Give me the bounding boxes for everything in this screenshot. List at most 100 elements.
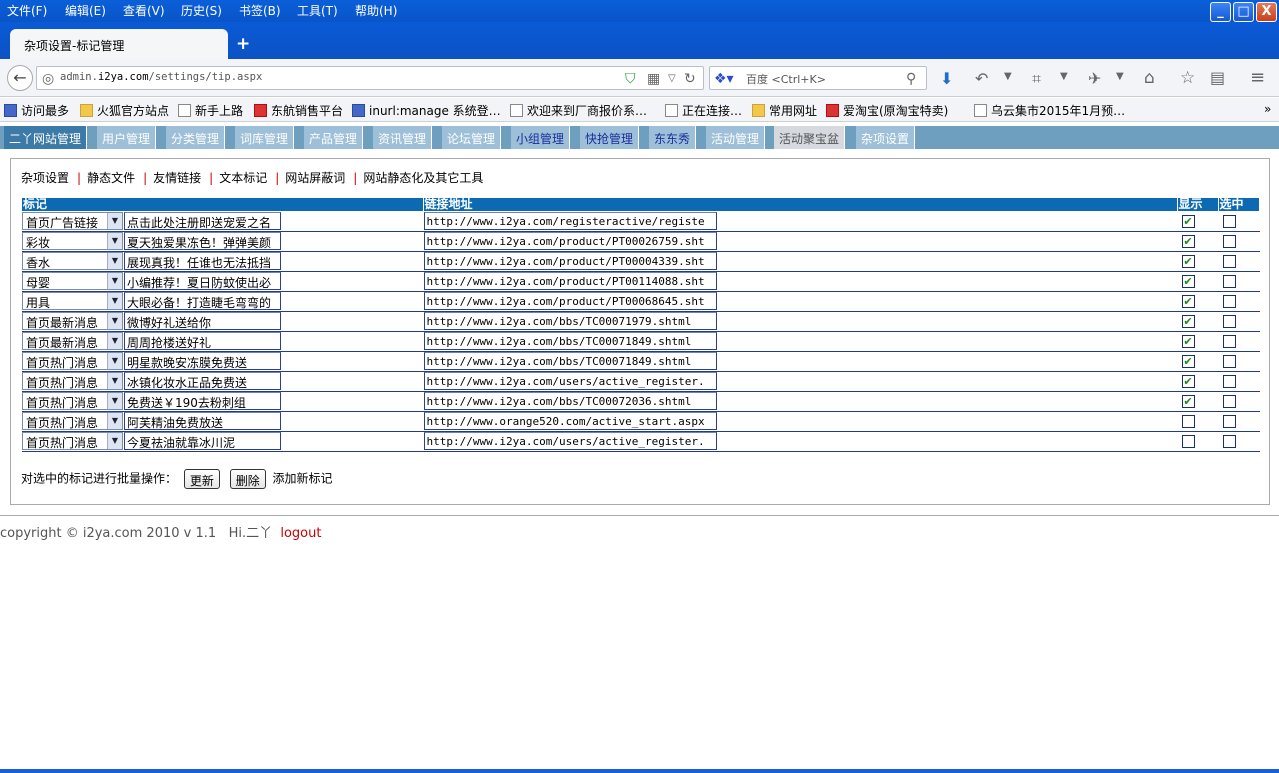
bookmark-item[interactable]: 欢迎来到厂商报价系… bbox=[510, 102, 647, 119]
back-button[interactable]: ← bbox=[7, 65, 33, 91]
show-checkbox[interactable]: ✔ bbox=[1181, 395, 1195, 408]
bookmark-item[interactable]: 新手上路 bbox=[178, 102, 243, 119]
select-checkbox[interactable] bbox=[1222, 315, 1236, 328]
menu-tools[interactable]: 工具(T) bbox=[297, 2, 338, 19]
tag-text-input[interactable]: 点击此处注册即送宠爱之名 bbox=[124, 211, 281, 230]
site-nav-item[interactable]: 用户管理 bbox=[97, 126, 157, 149]
tag-select[interactable]: 母婴 ▼ bbox=[22, 272, 123, 290]
chevron-down-icon[interactable]: ▼ bbox=[107, 293, 122, 309]
menu-help[interactable]: 帮助(H) bbox=[355, 2, 397, 19]
site-nav-item[interactable]: 活动聚宝盆 bbox=[774, 126, 846, 149]
select-checkbox[interactable] bbox=[1222, 275, 1236, 288]
site-nav-item[interactable]: 资讯管理 bbox=[373, 126, 433, 149]
tag-select[interactable]: 首页广告链接 ▼ bbox=[22, 211, 123, 230]
menu-bookmarks[interactable]: 书签(B) bbox=[239, 2, 281, 19]
dropdown-arrow-icon[interactable]: ▽ bbox=[668, 73, 676, 84]
bookmark-item[interactable]: 爱淘宝(原淘宝特卖) bbox=[826, 102, 948, 119]
home-icon[interactable]: ⌂ bbox=[1144, 68, 1155, 88]
show-checkbox[interactable]: ✔ bbox=[1181, 214, 1195, 228]
select-checkbox[interactable] bbox=[1222, 295, 1236, 308]
tag-text-input[interactable]: 阿芙精油免费放送 bbox=[124, 412, 281, 430]
menu-history[interactable]: 历史(S) bbox=[181, 2, 222, 19]
link-input[interactable]: http://www.orange520.com/active_start.as… bbox=[423, 412, 717, 430]
undo-menu-icon[interactable]: ▼ bbox=[1004, 71, 1012, 82]
link-input[interactable]: http://www.i2ya.com/bbs/TC00071849.shtml bbox=[423, 332, 717, 350]
link-input[interactable]: http://www.i2ya.com/bbs/TC00071979.shtml bbox=[423, 312, 717, 330]
tag-text-input[interactable]: 今夏祛油就靠冰川泥 bbox=[124, 432, 281, 450]
bookmark-item[interactable]: 常用网址 bbox=[752, 102, 817, 119]
baidu-engine-icon[interactable]: ❖▾ bbox=[714, 71, 734, 87]
site-nav-item[interactable]: 活动管理 bbox=[706, 126, 766, 149]
select-checkbox[interactable] bbox=[1222, 415, 1236, 428]
shield-icon[interactable]: ⛉ bbox=[625, 71, 636, 87]
site-nav-item[interactable]: 产品管理 bbox=[304, 126, 364, 149]
show-checkbox[interactable]: ✔ bbox=[1181, 375, 1195, 388]
site-nav-item[interactable]: 东东秀 bbox=[649, 126, 697, 149]
show-checkbox[interactable] bbox=[1181, 435, 1195, 448]
link-input[interactable]: http://www.i2ya.com/product/PT00004339.s… bbox=[423, 252, 717, 270]
site-nav-item[interactable]: 词库管理 bbox=[235, 126, 295, 149]
chevron-down-icon[interactable]: ▼ bbox=[107, 233, 122, 249]
show-checkbox[interactable]: ✔ bbox=[1181, 315, 1195, 328]
tag-select[interactable]: 首页热门消息 ▼ bbox=[22, 392, 123, 410]
link-input[interactable]: http://www.i2ya.com/users/active_registe… bbox=[423, 372, 717, 390]
link-input[interactable]: http://www.i2ya.com/bbs/TC00071849.shtml bbox=[423, 352, 717, 370]
tag-text-input[interactable]: 周周抢楼送好礼 bbox=[124, 332, 281, 350]
bookmark-item[interactable]: inurl:manage 系统登… bbox=[352, 102, 501, 119]
chevron-down-icon[interactable]: ▼ bbox=[107, 353, 122, 369]
logout-link[interactable]: logout bbox=[280, 526, 321, 541]
chevron-down-icon[interactable]: ▼ bbox=[107, 433, 122, 449]
select-checkbox[interactable] bbox=[1222, 255, 1236, 268]
search-bar[interactable]: ❖▾ 百度 <Ctrl+K> ⚲ bbox=[709, 66, 927, 90]
link-input[interactable]: http://www.i2ya.com/users/active_registe… bbox=[423, 432, 717, 450]
tag-select[interactable]: 香水 ▼ bbox=[22, 252, 123, 270]
tag-select[interactable]: 首页热门消息 ▼ bbox=[22, 372, 123, 390]
select-checkbox[interactable] bbox=[1222, 235, 1236, 248]
menu-view[interactable]: 查看(V) bbox=[123, 2, 165, 19]
reload-icon[interactable]: ↻ bbox=[684, 71, 696, 87]
show-checkbox[interactable]: ✔ bbox=[1181, 255, 1195, 268]
sub-nav-link[interactable]: 杂项设置 bbox=[21, 171, 69, 185]
site-nav-item[interactable]: 二丫网站管理 bbox=[4, 126, 88, 149]
show-checkbox[interactable]: ✔ bbox=[1181, 235, 1195, 248]
tag-text-input[interactable]: 微博好礼送给你 bbox=[124, 312, 281, 330]
bookmark-item[interactable]: 火狐官方站点 bbox=[80, 102, 169, 119]
bookmark-item[interactable]: 访问最多 bbox=[4, 102, 69, 119]
site-nav-item[interactable]: 论坛管理 bbox=[442, 126, 502, 149]
addon-icon[interactable]: ✈ bbox=[1088, 69, 1101, 88]
chevron-down-icon[interactable]: ▼ bbox=[107, 393, 122, 409]
select-checkbox[interactable] bbox=[1222, 395, 1236, 408]
tag-select[interactable]: 首页热门消息 ▼ bbox=[22, 432, 123, 450]
undo-icon[interactable]: ↶ bbox=[975, 69, 988, 88]
select-checkbox[interactable] bbox=[1222, 335, 1236, 348]
bookmark-item[interactable]: 东航销售平台 bbox=[254, 102, 343, 119]
bookmarks-overflow-button[interactable]: » bbox=[1264, 102, 1271, 116]
chevron-down-icon[interactable]: ▼ bbox=[107, 313, 122, 329]
hamburger-menu-icon[interactable]: ≡ bbox=[1250, 67, 1265, 88]
chevron-down-icon[interactable]: ▼ bbox=[107, 413, 122, 429]
tag-select[interactable]: 首页热门消息 ▼ bbox=[22, 352, 123, 370]
show-checkbox[interactable] bbox=[1181, 415, 1195, 428]
maximize-button[interactable]: □ bbox=[1233, 2, 1254, 22]
tag-text-input[interactable]: 夏天独爱果冻色！弹弹美颜 bbox=[124, 232, 281, 250]
chevron-down-icon[interactable]: ▼ bbox=[107, 212, 122, 229]
addon-menu-icon[interactable]: ▼ bbox=[1116, 71, 1124, 82]
select-checkbox[interactable] bbox=[1222, 375, 1236, 388]
magnifier-icon[interactable]: ⚲ bbox=[906, 71, 916, 87]
link-input[interactable]: http://www.i2ya.com/registeractive/regis… bbox=[423, 211, 717, 230]
screenshot-menu-icon[interactable]: ▼ bbox=[1060, 71, 1068, 82]
sub-nav-link[interactable]: 网站屏蔽词 bbox=[285, 171, 345, 185]
minimize-button[interactable]: _ bbox=[1210, 2, 1231, 22]
delete-button[interactable]: 删除 bbox=[229, 469, 266, 489]
select-checkbox[interactable] bbox=[1222, 214, 1236, 228]
bookmark-item[interactable]: 乌云集市2015年1月预… bbox=[974, 102, 1125, 119]
tag-select[interactable]: 彩妆 ▼ bbox=[22, 232, 123, 250]
chevron-down-icon[interactable]: ▼ bbox=[107, 273, 122, 289]
crop-screenshot-icon[interactable]: ⌗ bbox=[1032, 69, 1041, 89]
sub-nav-link[interactable]: 友情链接 bbox=[153, 171, 201, 185]
tag-text-input[interactable]: 免费送￥190去粉刺组 bbox=[124, 392, 281, 410]
reading-list-icon[interactable]: ▤ bbox=[1210, 68, 1225, 87]
show-checkbox[interactable]: ✔ bbox=[1181, 335, 1195, 348]
link-input[interactable]: http://www.i2ya.com/bbs/TC00072036.shtml bbox=[423, 392, 717, 410]
show-checkbox[interactable]: ✔ bbox=[1181, 295, 1195, 308]
